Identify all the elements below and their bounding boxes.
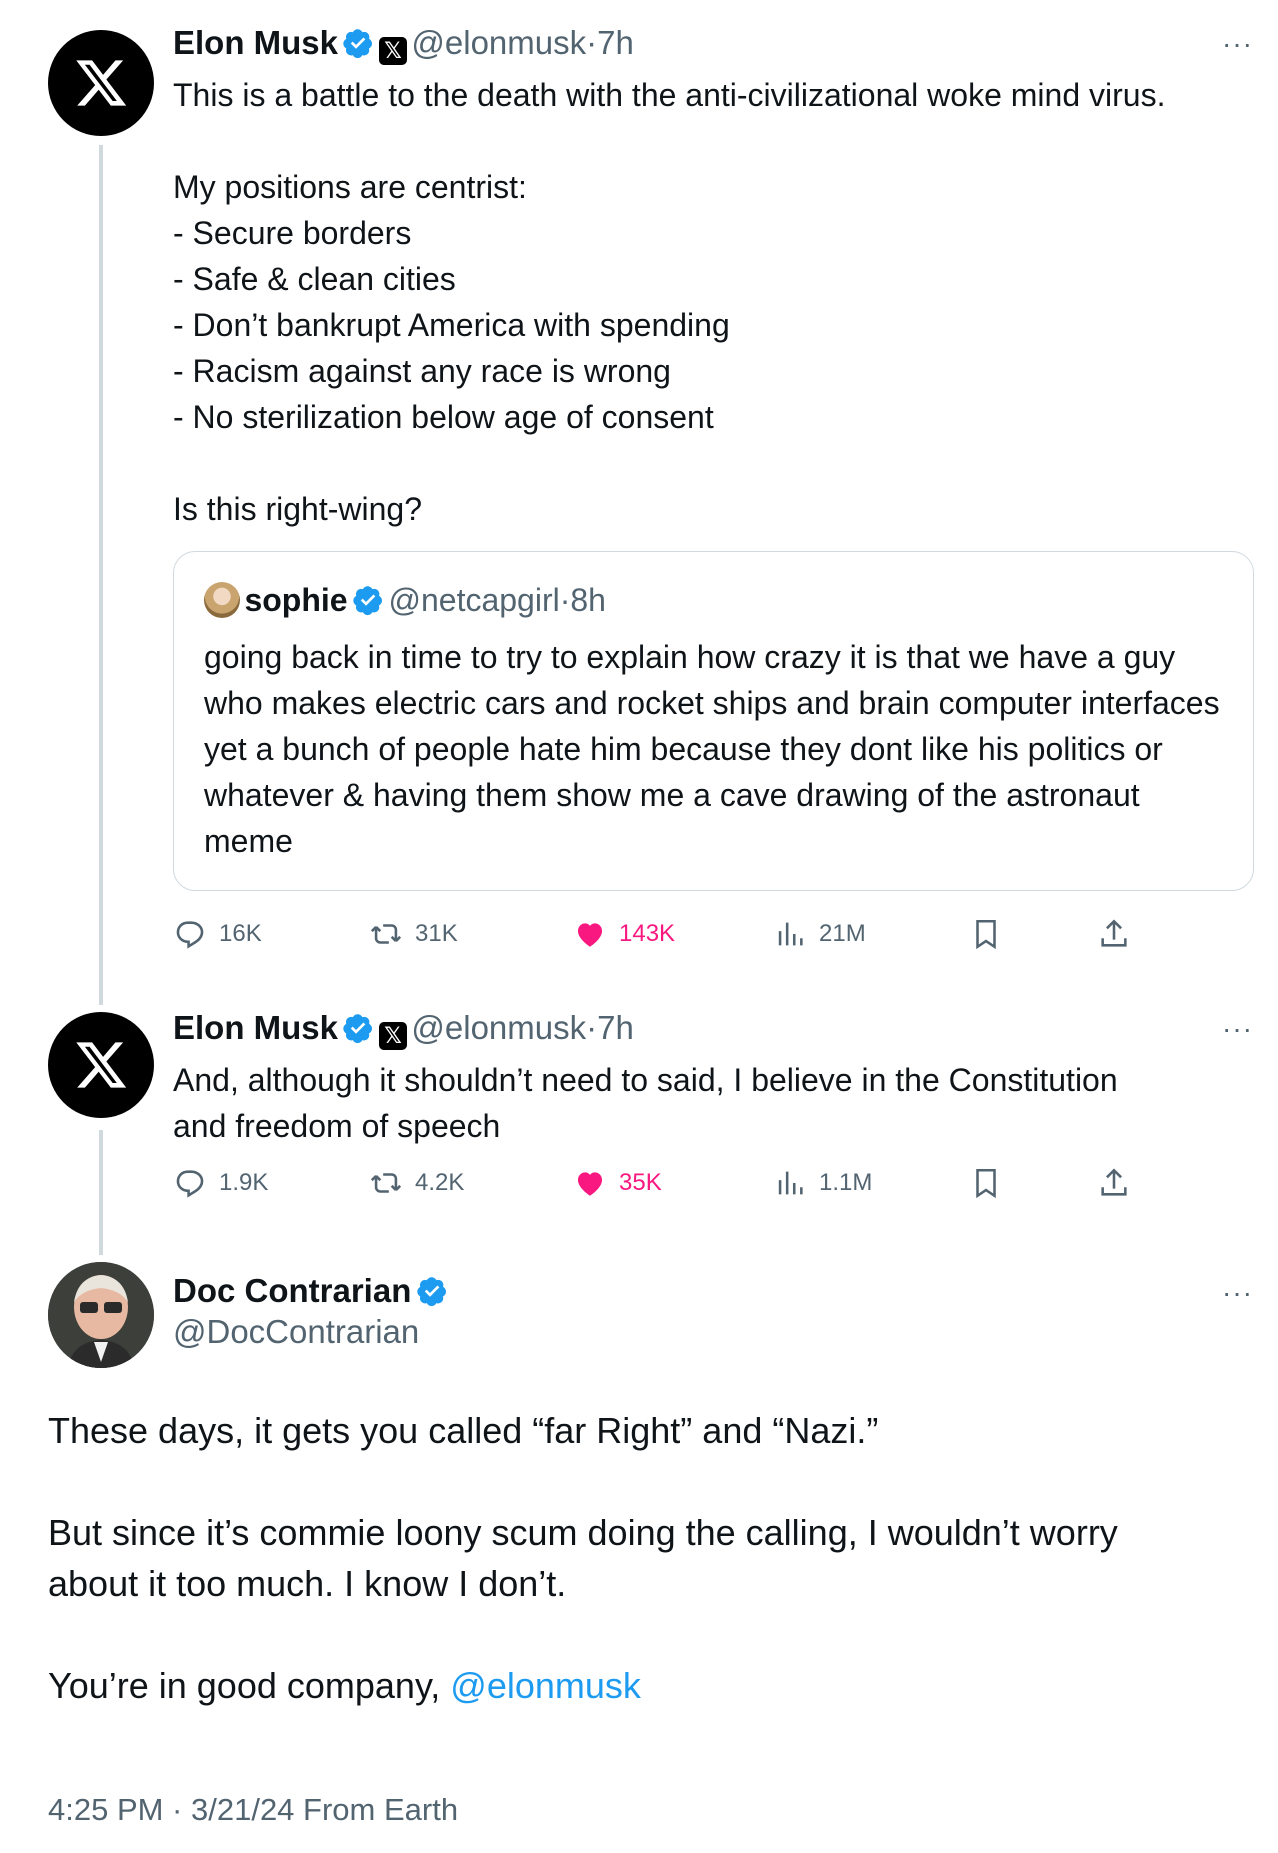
reply-count: 1.9K (219, 1169, 269, 1196)
tweet-text: This is a battle to the death with the a… (173, 77, 1166, 527)
quote-author-name: sophie (244, 582, 348, 618)
bookmark-button[interactable] (969, 917, 1003, 951)
retweet-icon (370, 1173, 402, 1193)
reply-icon (176, 921, 204, 949)
quote-author-handle: @netcapgirl (388, 582, 560, 618)
retweet-button[interactable]: 4.2K (369, 1166, 464, 1200)
author-name[interactable]: Doc Contrarian (173, 1272, 411, 1309)
verified-icon (343, 1014, 373, 1044)
share-icon (1101, 1168, 1127, 1196)
separator: · (586, 1009, 598, 1046)
main-tweet-header: Doc Contrarian (173, 1272, 448, 1310)
more-icon[interactable]: ··· (1222, 1013, 1253, 1045)
like-icon (577, 923, 603, 947)
verified-icon (343, 29, 373, 59)
like-icon (577, 1172, 603, 1196)
retweet-count: 4.2K (415, 1169, 465, 1196)
paragraph: These days, it gets you called “far Righ… (48, 1410, 879, 1451)
retweet-count: 31K (415, 920, 458, 947)
tweet-timestamp[interactable]: 4:25 PM · 3/21/24 From Earth (48, 1792, 458, 1828)
share-icon (1101, 919, 1127, 947)
author-name[interactable]: Elon Musk (173, 1009, 338, 1046)
more-icon[interactable]: ··· (1222, 1277, 1253, 1309)
quoted-tweet[interactable]: sophie @netcapgirl·8h going back in time… (173, 551, 1254, 891)
main-tweet-text: These days, it gets you called “far Righ… (48, 1405, 1248, 1711)
quote-time: 8h (570, 582, 606, 618)
x-logo-icon (76, 1042, 127, 1088)
like-count: 35K (619, 1169, 662, 1196)
thread-line (99, 145, 103, 1005)
tweet-actions: 16K 31K 143K 21M (173, 914, 1183, 954)
views-icon (778, 1171, 803, 1195)
author-handle[interactable]: @elonmusk (411, 24, 586, 61)
retweet-icon (370, 924, 402, 944)
views-count: 21M (819, 920, 866, 947)
verified-icon (417, 1277, 446, 1307)
reply-icon (176, 1170, 204, 1198)
bookmark-button[interactable] (969, 1166, 1003, 1200)
x-affiliation-icon: 𝕏 (378, 1022, 407, 1050)
mention-link[interactable]: @elonmusk (450, 1665, 641, 1706)
bookmark-icon (976, 1168, 996, 1199)
paragraph-text: You’re in good company, (48, 1665, 451, 1706)
quote-text: going back in time to try to explain how… (204, 639, 1229, 859)
like-count: 143K (619, 920, 676, 947)
reply-button[interactable]: 16K (173, 917, 262, 951)
separator: · (559, 582, 571, 618)
views-button[interactable]: 21M (773, 917, 866, 951)
tweet-header: Elon Musk 𝕏 @elonmusk·7h (173, 1009, 634, 1050)
like-button[interactable]: 35K (573, 1166, 662, 1200)
author-handle[interactable]: @DocContrarian (173, 1313, 419, 1351)
share-button[interactable] (1097, 917, 1131, 951)
views-button[interactable]: 1.1M (773, 1166, 872, 1200)
quote-avatar (204, 582, 240, 618)
separator: · (586, 24, 598, 61)
verified-icon (353, 586, 383, 616)
thread-line (99, 1130, 103, 1255)
tweet-time[interactable]: 7h (597, 1009, 634, 1046)
portrait-photo (48, 1262, 154, 1368)
tweet-text: And, although it shouldn’t need to said,… (173, 1062, 1118, 1144)
share-button[interactable] (1097, 1166, 1131, 1200)
tweet-time[interactable]: 7h (597, 24, 634, 61)
more-icon[interactable]: ··· (1222, 28, 1253, 60)
author-handle[interactable]: @elonmusk (411, 1009, 586, 1046)
paragraph: You’re in good company, @elonmusk (48, 1660, 1248, 1711)
retweet-button[interactable]: 31K (369, 917, 458, 951)
tweet-header: Elon Musk 𝕏 @elonmusk·7h (173, 24, 634, 65)
author-name[interactable]: Elon Musk (173, 24, 338, 61)
views-count: 1.1M (819, 1169, 873, 1196)
views-icon (778, 922, 803, 946)
tweet-actions: 1.9K 4.2K 35K 1.1M (173, 1163, 1183, 1203)
reply-count: 16K (219, 920, 262, 947)
reply-button[interactable]: 1.9K (173, 1166, 268, 1200)
x-affiliation-icon: 𝕏 (378, 37, 407, 65)
x-logo-icon (76, 60, 127, 106)
bookmark-icon (976, 919, 996, 950)
avatar[interactable] (48, 30, 154, 136)
avatar[interactable] (48, 1262, 154, 1368)
avatar[interactable] (48, 1012, 154, 1118)
quote-header: sophie @netcapgirl·8h (204, 582, 606, 619)
like-button[interactable]: 143K (573, 917, 675, 951)
paragraph: But since it’s commie loony scum doing t… (48, 1512, 1118, 1604)
